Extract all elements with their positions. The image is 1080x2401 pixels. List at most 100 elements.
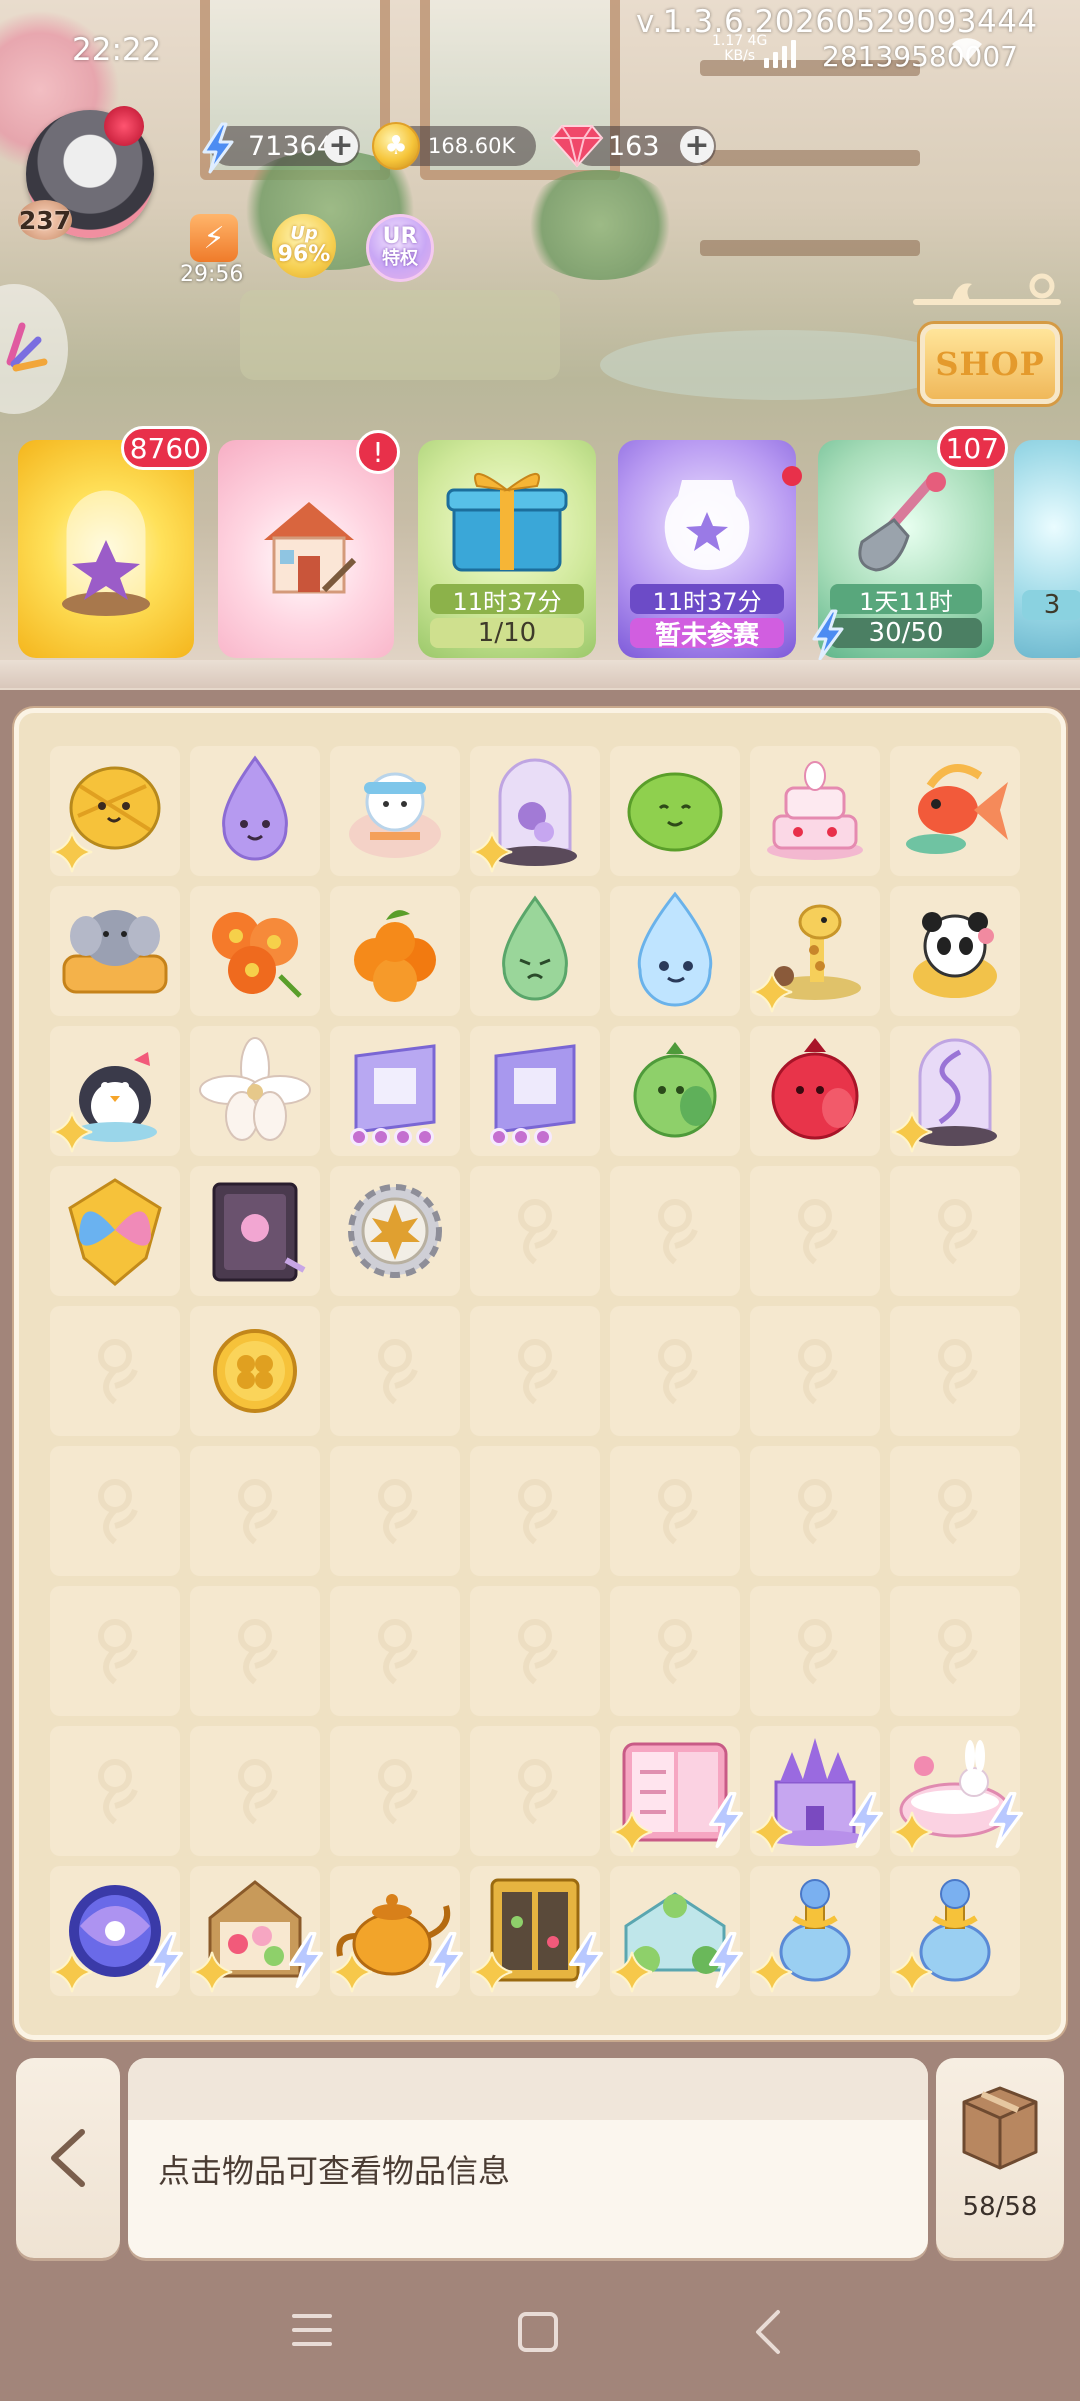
board-cell[interactable] xyxy=(330,1026,460,1156)
elephant-sofa-icon[interactable] xyxy=(50,886,180,1016)
board-cell[interactable] xyxy=(750,1866,880,1996)
board-cell[interactable] xyxy=(610,1866,744,1996)
stamina-boost-icon[interactable]: ⚡ xyxy=(190,214,238,262)
board-cell-empty[interactable] xyxy=(610,1586,740,1716)
board-cell[interactable] xyxy=(50,1166,180,1296)
event-card-partial[interactable]: 3 xyxy=(1014,440,1080,658)
water-drop-purple-icon[interactable] xyxy=(190,746,320,876)
board-cell[interactable] xyxy=(190,1166,320,1296)
board-cell-empty[interactable] xyxy=(890,1306,1020,1436)
add-energy-button[interactable]: + xyxy=(324,129,358,163)
board-cell[interactable] xyxy=(50,1026,180,1156)
board-cell-empty[interactable] xyxy=(890,1446,1020,1576)
board-cell-empty[interactable] xyxy=(470,1726,600,1856)
tangerine-bunch-icon[interactable] xyxy=(330,886,460,1016)
board-cell-empty[interactable] xyxy=(470,1306,600,1436)
board-cell[interactable] xyxy=(890,746,1020,876)
magnolia-icon[interactable] xyxy=(190,1026,320,1156)
layered-cake-icon[interactable] xyxy=(750,746,880,876)
board-cell[interactable] xyxy=(330,1866,464,1996)
board-cell-empty[interactable] xyxy=(330,1586,460,1716)
inventory-button[interactable]: 58/58 xyxy=(936,2058,1064,2258)
board-cell[interactable] xyxy=(190,1866,324,1996)
board-cell-empty[interactable] xyxy=(890,1166,1020,1296)
back-nav-icon[interactable] xyxy=(750,2308,786,2356)
board-cell-empty[interactable] xyxy=(190,1726,320,1856)
water-drop-green-icon[interactable] xyxy=(470,886,600,1016)
water-drop-blue-icon[interactable] xyxy=(610,886,740,1016)
empty-slot-flower-icon xyxy=(378,1339,418,1405)
board-cell[interactable] xyxy=(610,886,740,1016)
board-cell[interactable] xyxy=(750,1026,880,1156)
board-cell[interactable] xyxy=(190,886,320,1016)
board-cell-empty[interactable] xyxy=(50,1306,180,1436)
clover-coin-icon[interactable] xyxy=(190,1306,320,1436)
event-card-competition[interactable]: 11时37分 暂未参赛 xyxy=(618,440,802,658)
back-button[interactable] xyxy=(16,2058,120,2258)
event-card-flower-dome[interactable]: 8760 xyxy=(18,426,210,658)
board-cell-empty[interactable] xyxy=(190,1586,320,1716)
goldfish-icon[interactable] xyxy=(890,746,1020,876)
board-cell-empty[interactable] xyxy=(750,1166,880,1296)
red-pomegranate-icon[interactable] xyxy=(750,1026,880,1156)
board-cell[interactable] xyxy=(610,746,740,876)
shop-button[interactable]: SHOP xyxy=(920,324,1060,404)
energy-value: 71364 xyxy=(248,130,334,162)
board-cell[interactable] xyxy=(470,1026,600,1156)
board-cell[interactable] xyxy=(330,1166,460,1296)
board-cell[interactable] xyxy=(610,1026,740,1156)
board-cell[interactable] xyxy=(50,886,180,1016)
board-cell[interactable] xyxy=(470,1866,604,1996)
green-pomegranate-icon[interactable] xyxy=(610,1026,740,1156)
snowman-seal-icon[interactable] xyxy=(330,746,460,876)
board-cell[interactable] xyxy=(750,1726,884,1856)
board-cell-empty[interactable] xyxy=(330,1306,460,1436)
board-cell-empty[interactable] xyxy=(190,1446,320,1576)
flower-book-icon[interactable] xyxy=(190,1166,320,1296)
board-cell[interactable] xyxy=(890,1866,1020,1996)
event-card-gift-box[interactable]: 11时37分 1/10 xyxy=(418,440,596,658)
board-cell-empty[interactable] xyxy=(470,1166,600,1296)
add-gem-button[interactable]: + xyxy=(680,129,714,163)
board-cell-empty[interactable] xyxy=(750,1306,880,1436)
board-cell-empty[interactable] xyxy=(470,1586,600,1716)
board-cell[interactable] xyxy=(50,746,180,876)
board-cell-empty[interactable] xyxy=(610,1166,740,1296)
board-cell[interactable] xyxy=(330,886,460,1016)
board-cell-empty[interactable] xyxy=(50,1586,180,1716)
board-cell-empty[interactable] xyxy=(330,1726,460,1856)
board-cell-empty[interactable] xyxy=(330,1446,460,1576)
board-cell-empty[interactable] xyxy=(750,1586,880,1716)
board-cell[interactable] xyxy=(890,1726,1024,1856)
board-cell[interactable] xyxy=(190,746,320,876)
board-cell[interactable] xyxy=(190,1026,320,1156)
board-cell[interactable] xyxy=(50,1866,184,1996)
board-cell[interactable] xyxy=(750,886,880,1016)
orange-lily-icon[interactable] xyxy=(190,886,320,1016)
board-cell-empty[interactable] xyxy=(610,1446,740,1576)
home-icon[interactable] xyxy=(516,2310,560,2354)
menu-icon[interactable] xyxy=(290,2310,334,2350)
board-cell[interactable] xyxy=(470,746,600,876)
board-cell[interactable] xyxy=(750,746,880,876)
event-card-house[interactable]: ! xyxy=(218,430,400,658)
event-card-garden-shovel[interactable]: 1天11时 30/50 107 xyxy=(812,426,1008,661)
butterfly-emblem-icon[interactable] xyxy=(50,1166,180,1296)
board-cell-empty[interactable] xyxy=(890,1586,1020,1716)
board-cell[interactable] xyxy=(890,1026,1020,1156)
board-cell[interactable] xyxy=(890,886,1020,1016)
board-cell[interactable] xyxy=(470,886,600,1016)
board-cell-empty[interactable] xyxy=(750,1446,880,1576)
board-cell[interactable] xyxy=(330,746,460,876)
board-cell-empty[interactable] xyxy=(610,1306,740,1436)
up-rate-badge[interactable]: Up 96% xyxy=(272,214,336,278)
ur-privilege-badge[interactable]: UR 特权 xyxy=(366,214,434,282)
panda-icon[interactable] xyxy=(890,886,1020,1016)
board-cell-empty[interactable] xyxy=(50,1446,180,1576)
lime-icon[interactable] xyxy=(610,746,740,876)
maple-gear-medal-icon[interactable] xyxy=(330,1166,460,1296)
board-cell-empty[interactable] xyxy=(470,1446,600,1576)
board-cell[interactable] xyxy=(190,1306,320,1436)
board-cell-empty[interactable] xyxy=(50,1726,180,1856)
board-cell[interactable] xyxy=(610,1726,744,1856)
